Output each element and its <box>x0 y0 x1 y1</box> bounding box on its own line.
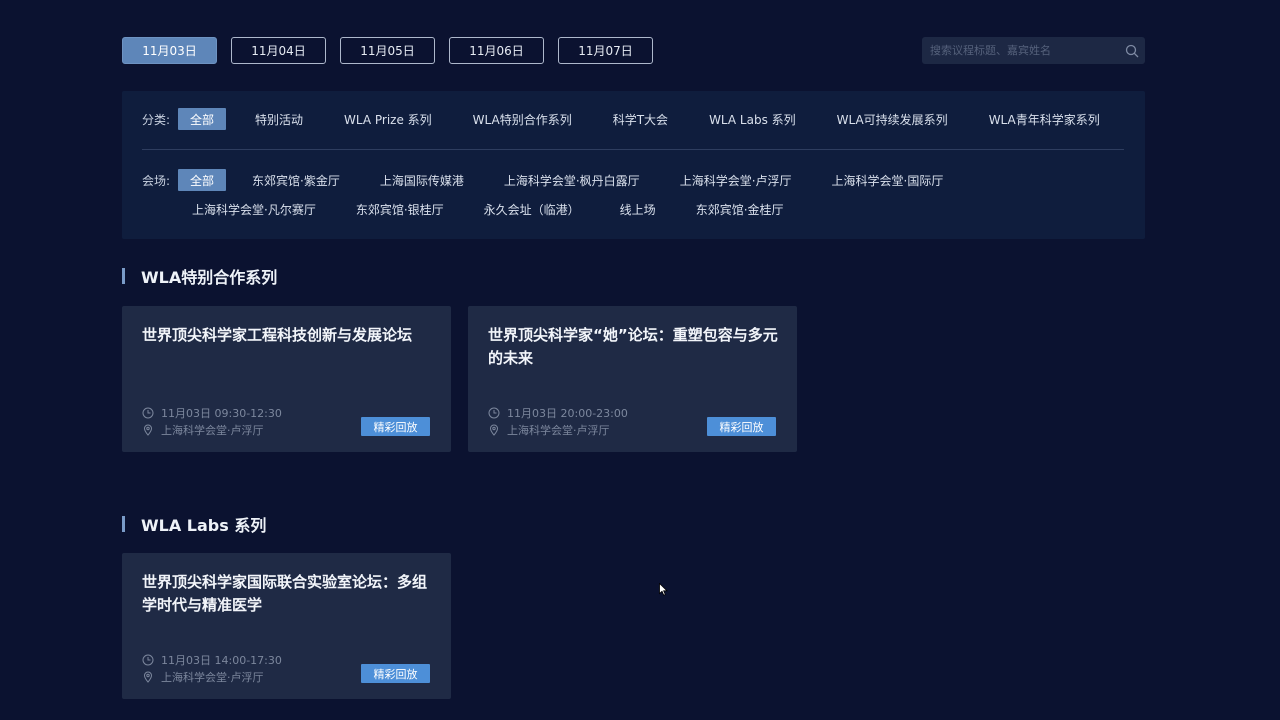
clock-icon <box>142 407 155 420</box>
section-marker <box>122 516 125 532</box>
category-filter: 分类: 全部 特别活动 WLA Prize 系列 WLA特别合作系列 科学T大会… <box>142 108 1112 130</box>
search-input[interactable] <box>922 37 1119 64</box>
venue-option-yingui[interactable]: 东郊宾馆·银桂厅 <box>344 198 456 220</box>
session-time-text: 11月03日 09:30-12:30 <box>161 407 282 420</box>
session-title: 世界顶尖科学家国际联合实验室论坛：多组学时代与精准医学 <box>142 573 428 614</box>
session-venue: 上海科学会堂·卢浮厅 <box>488 422 610 438</box>
section-heading-labs: WLA Labs 系列 <box>122 512 266 536</box>
date-tab-1106[interactable]: 11月06日 <box>449 37 544 64</box>
replay-button[interactable]: 精彩回放 <box>707 417 776 436</box>
venue-option-zijin[interactable]: 东郊宾馆·紫金厅 <box>240 169 352 191</box>
date-tab-1104[interactable]: 11月04日 <box>231 37 326 64</box>
date-tabs: 11月03日 11月04日 11月05日 11月06日 11月07日 <box>122 37 653 64</box>
venue-option-louvre[interactable]: 上海科学会堂·卢浮厅 <box>668 169 804 191</box>
session-card[interactable]: 世界顶尖科学家国际联合实验室论坛：多组学时代与精准医学 11月03日 14:00… <box>122 553 451 699</box>
mouse-cursor-icon <box>659 581 668 600</box>
category-label: 分类: <box>142 112 171 127</box>
session-card[interactable]: 世界顶尖科学家工程科技创新与发展论坛 11月03日 09:30-12:30 上海… <box>122 306 451 452</box>
search-box <box>922 37 1145 64</box>
session-title: 世界顶尖科学家工程科技创新与发展论坛 <box>142 326 413 344</box>
session-venue: 上海科学会堂·卢浮厅 <box>142 669 264 685</box>
venue-label: 会场: <box>142 173 171 188</box>
venue-option-jingui[interactable]: 东郊宾馆·金桂厅 <box>684 198 796 220</box>
search-icon[interactable] <box>1119 44 1145 58</box>
replay-button[interactable]: 精彩回放 <box>361 664 430 683</box>
venue-option-media-port[interactable]: 上海国际传媒港 <box>368 169 476 191</box>
venue-filter: 会场: 全部 东郊宾馆·紫金厅 上海国际传媒港 上海科学会堂·枫丹白露厅 上海科… <box>142 169 955 191</box>
venue-option-online[interactable]: 线上场 <box>608 198 668 220</box>
category-option-science-t[interactable]: 科学T大会 <box>601 108 680 130</box>
date-tab-1105[interactable]: 11月05日 <box>340 37 435 64</box>
category-option-all[interactable]: 全部 <box>178 108 227 130</box>
section-title: WLA特别合作系列 <box>141 268 278 287</box>
category-option-cooperation[interactable]: WLA特别合作系列 <box>461 108 584 130</box>
venue-option-versailles[interactable]: 上海科学会堂·凡尔赛厅 <box>180 198 328 220</box>
date-tab-1107[interactable]: 11月07日 <box>558 37 653 64</box>
category-option-labs[interactable]: WLA Labs 系列 <box>697 108 808 130</box>
section-heading-cooperation: WLA特别合作系列 <box>122 264 277 288</box>
section-title: WLA Labs 系列 <box>141 516 267 535</box>
session-time-text: 11月03日 20:00-23:00 <box>507 407 628 420</box>
replay-button[interactable]: 精彩回放 <box>361 417 430 436</box>
venue-option-lingang[interactable]: 永久会址（临港） <box>472 198 592 220</box>
venue-option-fontainebleau[interactable]: 上海科学会堂·枫丹白露厅 <box>492 169 652 191</box>
session-venue-text: 上海科学会堂·卢浮厅 <box>507 424 610 437</box>
category-option-prize[interactable]: WLA Prize 系列 <box>332 108 444 130</box>
filter-divider <box>142 149 1124 150</box>
category-option-special[interactable]: 特别活动 <box>243 108 315 130</box>
venue-option-international[interactable]: 上海科学会堂·国际厅 <box>820 169 956 191</box>
session-time: 11月03日 14:00-17:30 <box>142 652 282 668</box>
clock-icon <box>142 654 155 667</box>
section-marker <box>122 268 125 284</box>
agenda-page: 11月03日 11月04日 11月05日 11月06日 11月07日 分类: 全… <box>0 0 1280 720</box>
session-venue-text: 上海科学会堂·卢浮厅 <box>161 424 264 437</box>
category-option-young[interactable]: WLA青年科学家系列 <box>977 108 1112 130</box>
session-time: 11月03日 09:30-12:30 <box>142 405 282 421</box>
session-venue-text: 上海科学会堂·卢浮厅 <box>161 671 264 684</box>
venue-filter-row2: 上海科学会堂·凡尔赛厅 东郊宾馆·银桂厅 永久会址（临港） 线上场 东郊宾馆·金… <box>180 198 796 220</box>
session-card[interactable]: 世界顶尖科学家“她”论坛：重塑包容与多元的未来 11月03日 20:00-23:… <box>468 306 797 452</box>
session-time-text: 11月03日 14:00-17:30 <box>161 654 282 667</box>
date-tab-1103[interactable]: 11月03日 <box>122 37 217 64</box>
session-venue: 上海科学会堂·卢浮厅 <box>142 422 264 438</box>
venue-option-all[interactable]: 全部 <box>178 169 227 191</box>
location-pin-icon <box>142 671 155 684</box>
session-time: 11月03日 20:00-23:00 <box>488 405 628 421</box>
location-pin-icon <box>488 424 501 437</box>
filter-panel: 分类: 全部 特别活动 WLA Prize 系列 WLA特别合作系列 科学T大会… <box>122 91 1145 239</box>
location-pin-icon <box>142 424 155 437</box>
session-title: 世界顶尖科学家“她”论坛：重塑包容与多元的未来 <box>488 326 778 367</box>
clock-icon <box>488 407 501 420</box>
category-option-sustainable[interactable]: WLA可持续发展系列 <box>825 108 960 130</box>
